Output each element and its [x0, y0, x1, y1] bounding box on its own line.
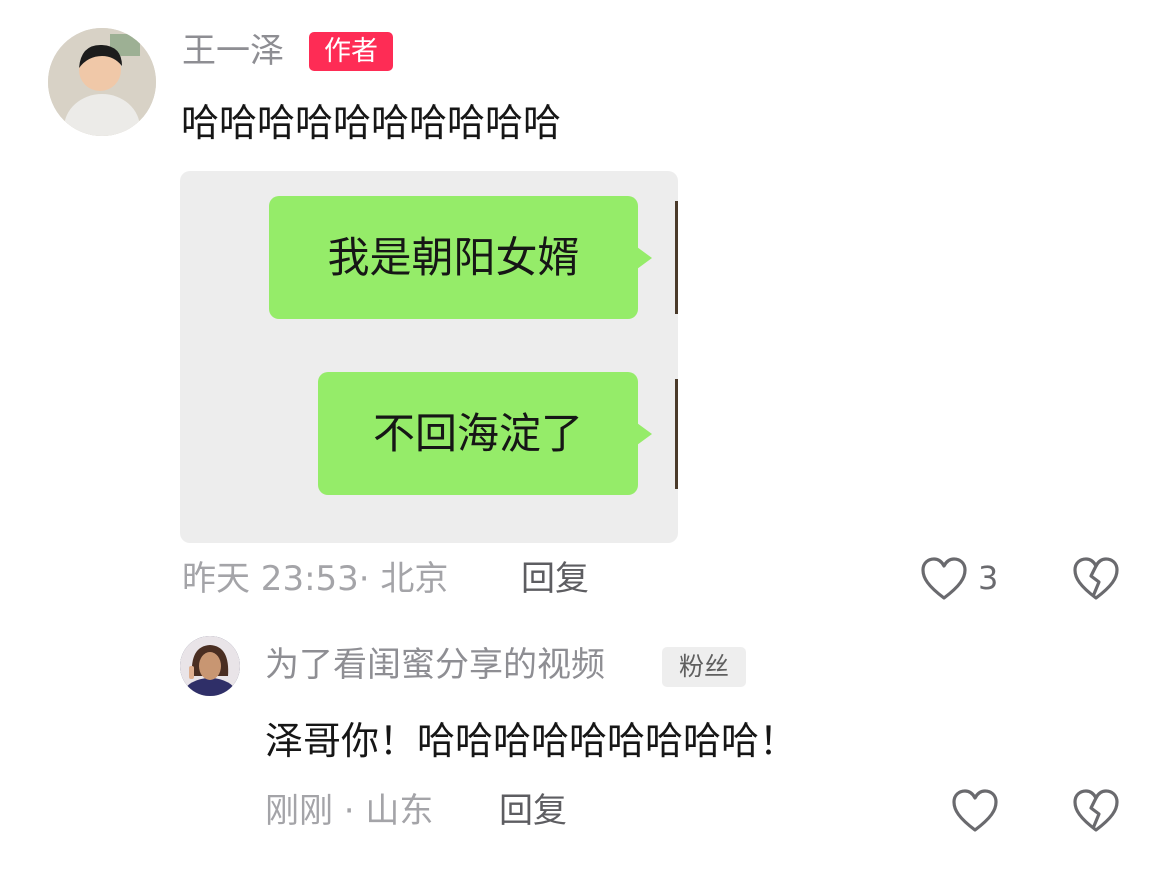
author-badge: 作者 [309, 32, 393, 71]
author-avatar[interactable] [48, 28, 156, 136]
chat-bubble: 我是朝阳女婿 [269, 196, 652, 319]
fan-badge: 粉丝 [662, 647, 746, 687]
author-username[interactable]: 王一泽 [182, 34, 284, 68]
comment-image-chat-screenshot[interactable]: 我是朝阳女婿 不回海淀了 [180, 171, 678, 543]
heart-outline-icon[interactable] [951, 788, 999, 834]
replier-avatar[interactable] [180, 636, 240, 696]
broken-heart-icon[interactable] [1072, 788, 1120, 834]
chat-bubble: 不回海淀了 [318, 372, 652, 495]
reply-time-location: 刚刚 · 山东 [265, 791, 434, 831]
replier-username[interactable]: 为了看闺蜜分享的视频 [265, 648, 605, 682]
cropped-avatar-edge [675, 379, 678, 489]
comment-text: 哈哈哈哈哈哈哈哈哈哈 [181, 101, 562, 145]
cropped-avatar-edge [675, 201, 678, 314]
heart-outline-icon[interactable] [920, 556, 968, 602]
reply-text: 泽哥你！哈哈哈哈哈哈哈哈哈！ [265, 719, 798, 763]
like-count: 3 [978, 559, 999, 597]
reply-button[interactable]: 回复 [521, 562, 589, 596]
broken-heart-icon[interactable] [1072, 556, 1120, 602]
comment-time-location: 昨天 23:53· 北京 [182, 559, 449, 599]
reply-button[interactable]: 回复 [499, 794, 567, 828]
